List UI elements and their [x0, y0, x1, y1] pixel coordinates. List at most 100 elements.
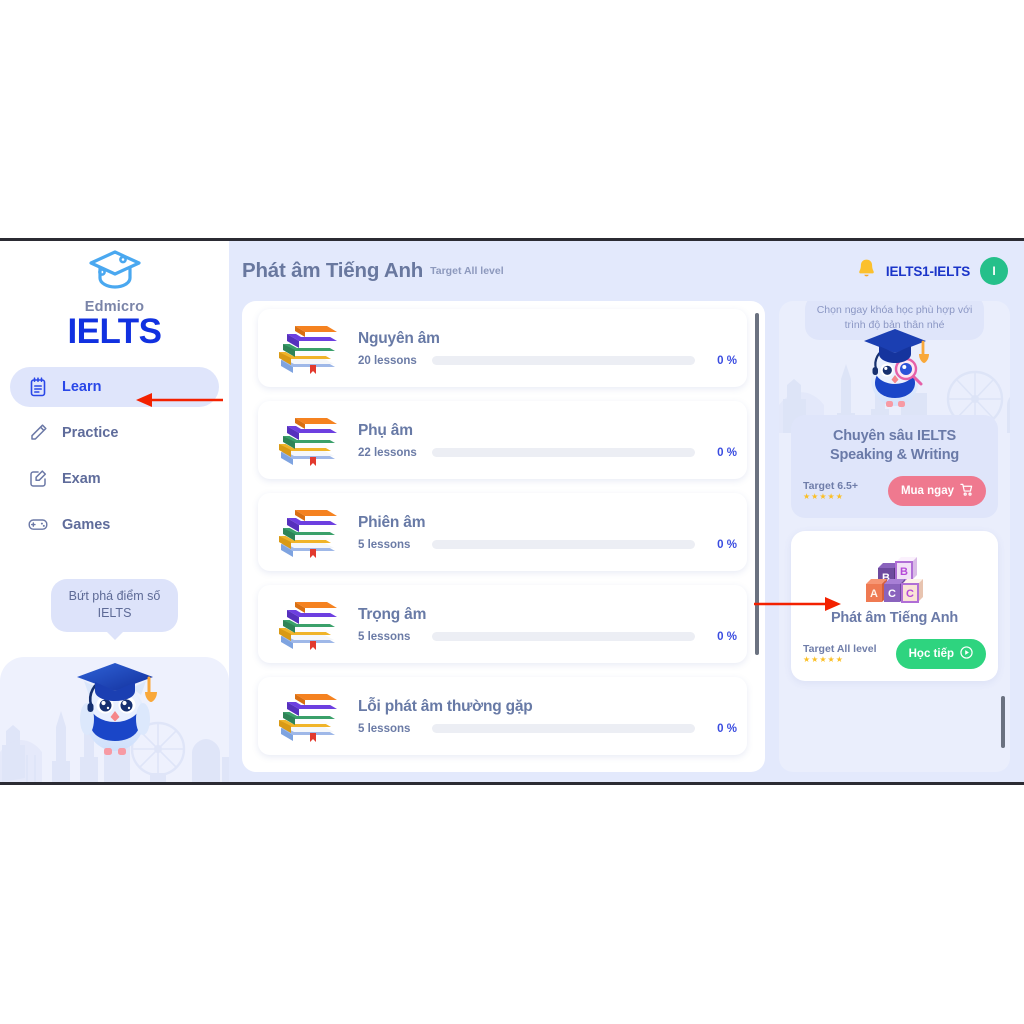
promo-target: Target 6.5+ ★★★★★: [803, 480, 858, 501]
rail-scrollbar[interactable]: [1001, 696, 1005, 748]
promo-title: Phát âm Tiếng Anh: [830, 609, 959, 626]
books-stack-icon: [272, 593, 344, 655]
promo-target-label: Target All level: [803, 643, 877, 656]
svg-text:B: B: [900, 566, 908, 578]
rating-stars: ★★★★★: [803, 655, 844, 665]
lesson-text: Phiên âm 5 lessons 0 %: [344, 514, 737, 551]
bubble-line-1: Bứt phá điểm số: [68, 589, 161, 603]
lesson-progress-row: 22 lessons 0 %: [358, 447, 737, 459]
sidebar-item-learn[interactable]: Learn: [10, 366, 219, 407]
rail-hero: Chọn ngay khóa học phù hợp với trình độ …: [779, 301, 1010, 433]
lesson-count: 22 lessons: [358, 446, 417, 459]
bubble-line-2: IELTS: [97, 605, 132, 620]
lesson-progress-row: 5 lessons 0 %: [358, 539, 737, 551]
promo-footer: Target 6.5+ ★★★★★ Mua ngay: [803, 475, 986, 506]
abc-blocks-icon: B B A C C: [803, 545, 986, 609]
progress-bar: [432, 724, 695, 733]
avatar[interactable]: I: [980, 257, 1008, 285]
progress-bar: [432, 540, 695, 549]
user-name[interactable]: IELTS1-IELTS: [886, 264, 970, 279]
topbar-right: IELTS1-IELTS I: [857, 257, 1008, 285]
progress-bar: [432, 356, 695, 365]
progress-bar: [432, 448, 695, 457]
lesson-progress-row: 5 lessons 0 %: [358, 723, 737, 735]
bell-icon[interactable]: [857, 258, 876, 284]
pencil-icon: [28, 423, 48, 443]
promo-title: Chuyên sâu IELTS Speaking & Writing: [829, 428, 960, 463]
svg-text:C: C: [888, 588, 896, 600]
gamepad-icon: [28, 515, 48, 535]
progress-percent: 0 %: [717, 722, 737, 735]
main-content: Phát âm Tiếng Anh Target All level IELTS…: [229, 241, 1024, 782]
promo-card-speaking-writing[interactable]: Chuyên sâu IELTS Speaking & Writing Targ…: [791, 415, 998, 518]
edit-doc-icon: [28, 469, 48, 489]
brand-block: Edmicro IELTS: [0, 241, 229, 351]
svg-text:A: A: [870, 588, 878, 600]
lesson-progress-row: 20 lessons 0 %: [358, 355, 737, 367]
lesson-row[interactable]: Trọng âm 5 lessons 0 %: [258, 585, 747, 663]
promo-footer: Target All level ★★★★★ Học tiếp: [803, 638, 986, 669]
mascot-speech-bubble: Bứt phá điểm số IELTS: [0, 579, 229, 632]
sidebar-item-label: Learn: [62, 378, 102, 395]
page-subtitle: Target All level: [430, 265, 504, 277]
continue-learning-label: Học tiếp: [908, 647, 954, 660]
lesson-list-panel: Nguyên âm 20 lessons 0 % Phụ âm 22 lesso…: [242, 301, 765, 772]
topbar: Phát âm Tiếng Anh Target All level IELTS…: [229, 241, 1024, 301]
lesson-count: 5 lessons: [358, 538, 411, 551]
lesson-text: Lỗi phát âm thường gặp 5 lessons 0 %: [344, 698, 737, 735]
progress-percent: 0 %: [717, 446, 737, 459]
sidebar-item-label: Exam: [62, 470, 101, 487]
lesson-name: Trọng âm: [358, 605, 427, 623]
books-stack-icon: [272, 685, 344, 747]
notepad-icon: [28, 377, 48, 397]
lesson-row[interactable]: Phụ âm 22 lessons 0 %: [258, 401, 747, 479]
owl-graduate-mascot: [61, 649, 169, 772]
lesson-text: Nguyên âm 20 lessons 0 %: [344, 330, 737, 367]
lesson-count: 20 lessons: [358, 354, 417, 367]
lesson-row[interactable]: Lỗi phát âm thường gặp 5 lessons 0 %: [258, 677, 747, 755]
play-circle-icon: [960, 645, 973, 662]
lesson-progress-row: 5 lessons 0 %: [358, 631, 737, 643]
lesson-text: Phụ âm 22 lessons 0 %: [344, 422, 737, 459]
buy-now-button[interactable]: Mua ngay: [887, 475, 986, 506]
progress-percent: 0 %: [717, 538, 737, 551]
owl-graduate-mascot: [863, 329, 929, 407]
brand-title: IELTS: [67, 312, 162, 351]
promo-rail: Chọn ngay khóa học phù hợp với trình độ …: [779, 301, 1010, 772]
lesson-name: Phiên âm: [358, 513, 426, 531]
progress-percent: 0 %: [717, 630, 737, 643]
graduation-cap-icon: [0, 247, 229, 298]
books-stack-icon: [272, 317, 344, 379]
rating-stars: ★★★★★: [803, 492, 844, 502]
promo-target-label: Target 6.5+: [803, 480, 858, 493]
lesson-row[interactable]: Nguyên âm 20 lessons 0 %: [258, 309, 747, 387]
books-stack-icon: [272, 409, 344, 471]
lesson-count: 5 lessons: [358, 630, 411, 643]
promo-target: Target All level ★★★★★: [803, 643, 877, 664]
sidebar-item-label: Practice: [62, 424, 119, 441]
promo-card-pronunciation[interactable]: B B A C C Phát âm Tiếng Anh Target All l…: [791, 530, 998, 681]
lesson-name: Lỗi phát âm thường gặp: [358, 697, 533, 715]
svg-text:C: C: [906, 588, 914, 600]
page-title: Phát âm Tiếng Anh: [242, 259, 424, 282]
content-row: Nguyên âm 20 lessons 0 % Phụ âm 22 lesso…: [229, 301, 1024, 782]
sidebar-item-exam[interactable]: Exam: [10, 459, 219, 499]
continue-learning-button[interactable]: Học tiếp: [895, 638, 986, 669]
sidebar-item-label: Games: [62, 516, 111, 533]
progress-bar: [432, 632, 695, 641]
sidebar: Edmicro IELTS Learn Practice Exam Games …: [0, 241, 229, 782]
ielts-app-window: Edmicro IELTS Learn Practice Exam Games …: [0, 238, 1024, 785]
sidebar-nav: Learn Practice Exam Games: [0, 366, 229, 545]
progress-percent: 0 %: [717, 354, 737, 367]
lesson-text: Trọng âm 5 lessons 0 %: [344, 606, 737, 643]
lesson-name: Nguyên âm: [358, 329, 440, 347]
lesson-count: 5 lessons: [358, 722, 411, 735]
cart-icon: [960, 483, 973, 499]
books-stack-icon: [272, 501, 344, 563]
lesson-row[interactable]: Phiên âm 5 lessons 0 %: [258, 493, 747, 571]
screenshot-canvas: Edmicro IELTS Learn Practice Exam Games …: [0, 0, 1024, 1024]
lesson-list-scrollbar[interactable]: [755, 313, 759, 655]
sidebar-item-games[interactable]: Games: [10, 505, 219, 545]
sidebar-item-practice[interactable]: Practice: [10, 413, 219, 453]
buy-now-label: Mua ngay: [900, 484, 954, 497]
